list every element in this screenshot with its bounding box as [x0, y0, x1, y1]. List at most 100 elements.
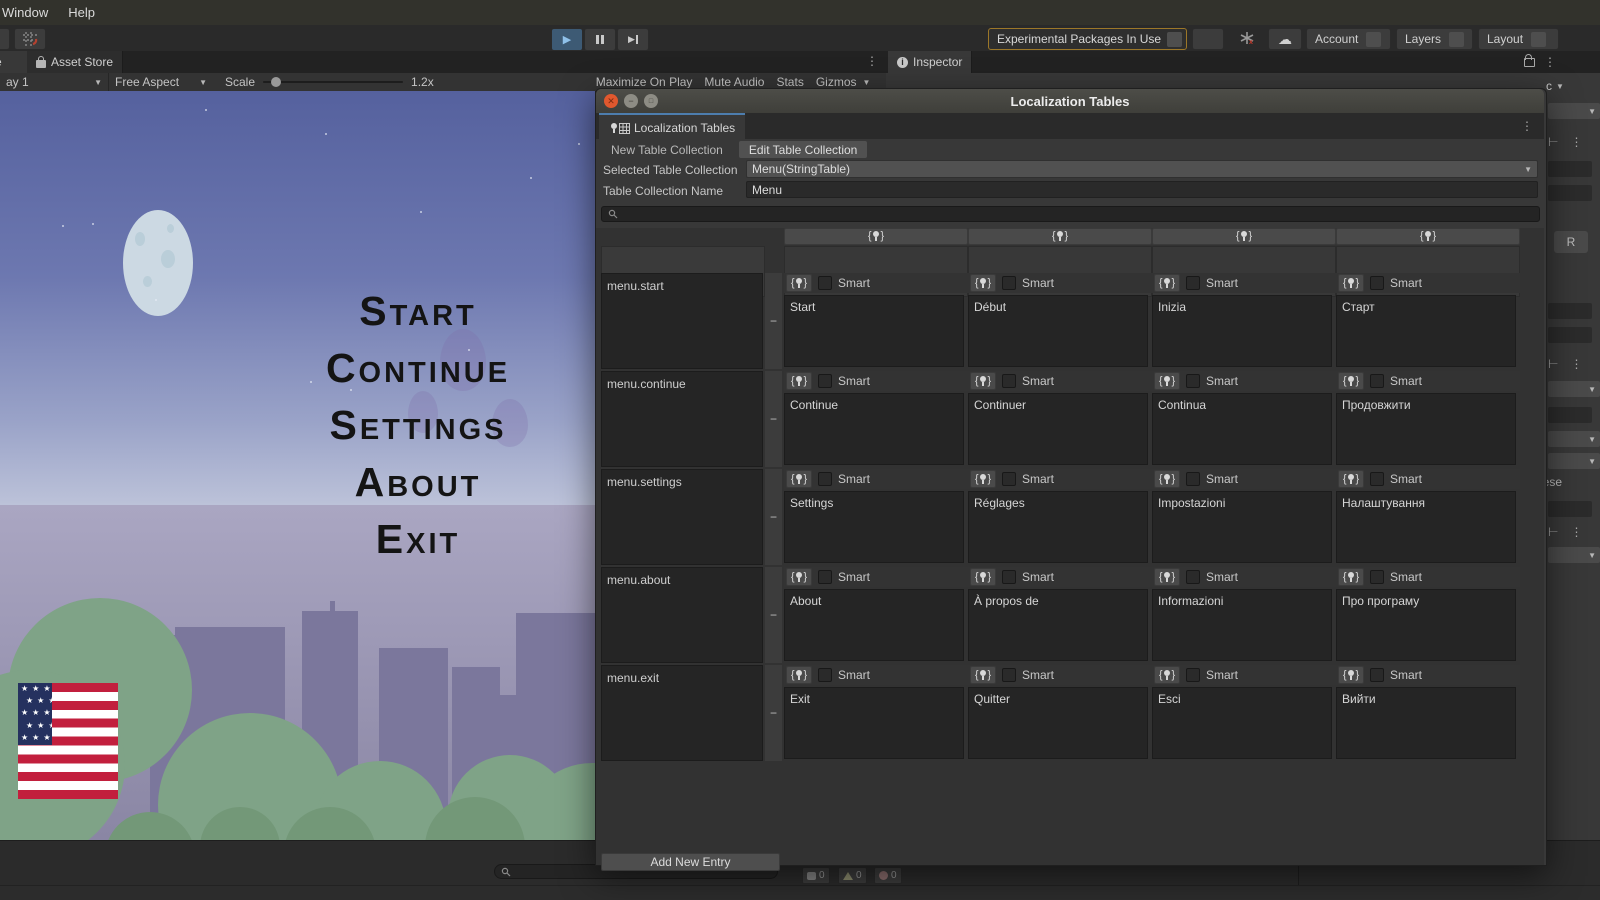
us-flag[interactable]: ★★★ ★★★ ★★★ ★★★ ★★★ [18, 683, 118, 799]
aspect-dropdown[interactable]: Free Aspect ▼ [108, 73, 213, 91]
console-warning-counter[interactable]: 0 [838, 867, 867, 884]
smart-checkbox[interactable] [818, 374, 832, 388]
smart-checkbox[interactable] [1186, 668, 1200, 682]
chevron-down-icon[interactable]: ▼ [1556, 82, 1564, 91]
translation-text-area[interactable]: Impostazioni [1152, 491, 1332, 563]
translation-text-area[interactable]: Exit [784, 687, 964, 759]
inspector-field[interactable] [1548, 185, 1592, 201]
smart-checkbox[interactable] [1186, 374, 1200, 388]
cell-metadata-button[interactable]: {} [1154, 470, 1180, 488]
console-error-counter[interactable]: 0 [874, 867, 902, 884]
table-key-cell[interactable]: menu.settings [601, 469, 763, 565]
translation-text-area[interactable]: À propos de [968, 589, 1148, 661]
smart-checkbox[interactable] [818, 668, 832, 682]
remove-entry-button[interactable]: − [767, 706, 780, 719]
smart-checkbox[interactable] [1002, 374, 1016, 388]
selected-table-collection-dropdown[interactable]: Menu(StringTable) ▼ [746, 160, 1538, 178]
remove-entry-button[interactable]: − [767, 412, 780, 425]
inspector-field[interactable] [1548, 501, 1592, 517]
inspector-field[interactable] [1548, 407, 1592, 423]
cell-metadata-button[interactable]: {} [786, 372, 812, 390]
cell-metadata-button[interactable]: {} [786, 274, 812, 292]
smart-checkbox[interactable] [1370, 570, 1384, 584]
collab-button[interactable]: x [1230, 28, 1264, 48]
smart-checkbox[interactable] [1370, 276, 1384, 290]
reset-button[interactable]: R [1554, 231, 1588, 253]
window-title-bar[interactable]: ✕ − □ Localization Tables [596, 89, 1544, 114]
translation-text-area[interactable]: Informazioni [1152, 589, 1332, 661]
table-key-cell[interactable]: menu.start [601, 273, 763, 369]
translation-text-area[interactable]: Про програму [1336, 589, 1516, 661]
translation-text-area[interactable]: Settings [784, 491, 964, 563]
remove-entry-button[interactable]: − [767, 510, 780, 523]
inspector-field[interactable] [1548, 161, 1592, 177]
cell-metadata-button[interactable]: {} [1154, 568, 1180, 586]
smart-checkbox[interactable] [1370, 374, 1384, 388]
cell-metadata-button[interactable]: {} [970, 568, 996, 586]
translation-text-area[interactable]: Налаштування [1336, 491, 1516, 563]
cloud-button[interactable]: ☁ [1268, 28, 1302, 50]
translation-text-area[interactable]: Réglages [968, 491, 1148, 563]
translation-text-area[interactable]: Continue [784, 393, 964, 465]
inspector-dropdown[interactable]: ▼ [1548, 431, 1600, 447]
remove-entry-button[interactable]: − [767, 314, 780, 327]
close-button[interactable]: ✕ [604, 94, 618, 108]
translation-text-area[interactable]: Inizia [1152, 295, 1332, 367]
column-settings-button[interactable]: {} [968, 228, 1152, 245]
translation-text-area[interactable]: Вийти [1336, 687, 1516, 759]
localization-tables-tab[interactable]: Localization Tables [599, 113, 745, 141]
cell-metadata-button[interactable]: {} [1338, 372, 1364, 390]
translation-text-area[interactable]: Quitter [968, 687, 1148, 759]
tool-button-partial[interactable] [0, 28, 10, 50]
inspector-dropdown[interactable]: ▼ [1548, 103, 1600, 119]
translation-text-area[interactable]: Continua [1152, 393, 1332, 465]
cell-metadata-button[interactable]: {} [1338, 274, 1364, 292]
edit-table-collection-tab[interactable]: Edit Table Collection [739, 141, 868, 158]
smart-checkbox[interactable] [818, 276, 832, 290]
preset-and-menu-icons[interactable]: ⊢⋮ [1548, 357, 1582, 371]
display-dropdown[interactable]: ay 1 ▼ [0, 73, 108, 91]
smart-checkbox[interactable] [818, 472, 832, 486]
cell-metadata-button[interactable]: {} [1338, 470, 1364, 488]
translation-text-area[interactable]: Début [968, 295, 1148, 367]
scale-slider[interactable] [263, 81, 403, 83]
smart-checkbox[interactable] [1002, 570, 1016, 584]
cell-metadata-button[interactable]: {} [970, 470, 996, 488]
account-dropdown[interactable]: Account [1306, 28, 1391, 50]
maximize-button[interactable]: □ [644, 94, 658, 108]
play-button[interactable]: ▶ [551, 28, 583, 51]
game-pane-menu-icon[interactable]: ⋮ [866, 54, 878, 68]
tab-inspector[interactable]: i Inspector [888, 51, 972, 73]
game-menu-item[interactable]: Settings [238, 397, 595, 454]
cell-metadata-button[interactable]: {} [970, 372, 996, 390]
translation-text-area[interactable]: Start [784, 295, 964, 367]
smart-checkbox[interactable] [1370, 472, 1384, 486]
minimize-button[interactable]: − [624, 94, 638, 108]
inspector-dropdown[interactable]: ▼ [1548, 381, 1600, 397]
translation-text-area[interactable]: Esci [1152, 687, 1332, 759]
console-info-counter[interactable]: 0 [802, 867, 830, 884]
lock-icon[interactable] [1524, 58, 1535, 67]
preset-and-menu-icons[interactable]: ⊢⋮ [1548, 135, 1582, 149]
scale-slider-thumb[interactable] [271, 77, 281, 87]
cell-metadata-button[interactable]: {} [970, 274, 996, 292]
inspector-dropdown[interactable]: ▼ [1548, 547, 1600, 563]
unknown-tool-button[interactable] [1192, 28, 1224, 50]
cell-metadata-button[interactable]: {} [1154, 372, 1180, 390]
remove-entry-button[interactable]: − [767, 608, 780, 621]
table-search-input[interactable] [601, 206, 1540, 222]
translation-text-area[interactable]: Продовжити [1336, 393, 1516, 465]
pause-button[interactable] [584, 28, 616, 51]
table-key-cell[interactable]: menu.continue [601, 371, 763, 467]
preset-and-menu-icons[interactable]: ⊢⋮ [1548, 525, 1582, 539]
translation-text-area[interactable]: Continuer [968, 393, 1148, 465]
smart-checkbox[interactable] [1186, 570, 1200, 584]
cell-metadata-button[interactable]: {} [970, 666, 996, 684]
column-settings-button[interactable]: {} [1152, 228, 1336, 245]
cell-metadata-button[interactable]: {} [786, 470, 812, 488]
translation-text-area[interactable]: About [784, 589, 964, 661]
new-table-collection-tab[interactable]: New Table Collection [601, 141, 733, 158]
layout-dropdown[interactable]: Layout [1478, 28, 1559, 50]
cell-metadata-button[interactable]: {} [1154, 666, 1180, 684]
translation-text-area[interactable]: Старт [1336, 295, 1516, 367]
